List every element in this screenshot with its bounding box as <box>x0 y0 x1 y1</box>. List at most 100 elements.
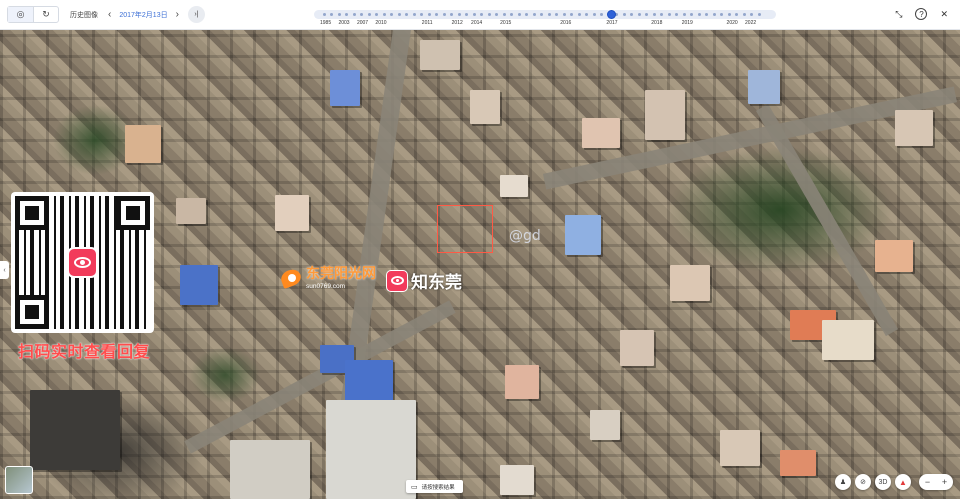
refresh-icon[interactable]: ↻ <box>33 7 58 22</box>
zoom-in-button[interactable]: + <box>936 474 953 490</box>
timeline-tick <box>322 13 326 16</box>
building-roof <box>670 265 710 301</box>
timeline-tick <box>585 13 588 16</box>
top-toolbar: ◎ ↻ 历史图像 ‹ 2017年2月13日 › ›| 1985 2003 2007 2… <box>0 0 960 30</box>
timeline-tick <box>570 13 573 16</box>
highlight-selection-box <box>437 205 493 253</box>
timeline-tick <box>375 13 378 16</box>
map-tools: ♟ ⊘ 3D ▲ − + <box>835 474 953 490</box>
timeline-year-label[interactable]: 2012 <box>452 20 463 26</box>
building-roof <box>30 390 120 470</box>
timeline-year-label[interactable]: 2015 <box>500 20 511 26</box>
timeline-tick <box>577 13 581 16</box>
timeline-year-label[interactable]: 2010 <box>375 20 386 26</box>
timeline-year-label[interactable]: 2019 <box>682 20 693 26</box>
timeline-tick <box>735 13 738 16</box>
side-panel-toggle[interactable]: ‹ <box>0 261 9 279</box>
qr-caption: 扫码实时查看回复 <box>18 342 151 361</box>
timeline-tick <box>525 13 528 16</box>
zhidongguan-logo: 知东莞 <box>386 268 462 293</box>
timeline-tick <box>547 13 551 16</box>
zoom-controls: − + <box>919 474 953 490</box>
timeline-tick <box>367 13 371 16</box>
timeline-tick <box>382 13 386 16</box>
timeline-year-label[interactable]: 2007 <box>357 20 368 26</box>
year-timeline-slider[interactable]: 1985 2003 2007 2010 2011 2012 2014 2015 2016 2017… <box>314 6 776 28</box>
skip-end-icon[interactable]: ›| <box>187 6 205 23</box>
timeline-tick <box>712 13 716 16</box>
timeline-tick <box>420 13 423 16</box>
timeline-tick <box>510 13 513 16</box>
timeline-tick <box>667 13 671 16</box>
qr-code-card <box>11 192 154 333</box>
building-roof <box>125 125 161 163</box>
building-roof <box>326 400 416 499</box>
timeline-tick <box>360 13 363 16</box>
timeline-tick <box>705 13 708 16</box>
timeline-year-label[interactable]: 2011 <box>422 20 433 26</box>
timeline-tick <box>592 13 596 16</box>
help-icon[interactable]: ? <box>915 8 928 20</box>
compass-glyph: ▲ <box>899 477 907 487</box>
timeline-tick <box>675 13 678 16</box>
timeline-year-label[interactable]: 2017 <box>606 20 617 26</box>
panel-icon: ▭ <box>411 483 418 491</box>
search-result-pill[interactable]: ▭ 请按搜索结果 <box>406 480 463 493</box>
building-roof <box>176 198 206 224</box>
timeline-tick <box>622 13 626 16</box>
timeline-tick <box>742 13 746 16</box>
layers-icon[interactable]: ◎ <box>8 7 33 22</box>
building-roof <box>720 430 760 466</box>
zoom-out-button[interactable]: − <box>919 474 936 490</box>
eye-logo-icon <box>386 269 408 292</box>
timeline-year-label[interactable]: 2020 <box>727 20 738 26</box>
timeline-tick <box>352 13 356 16</box>
no-entry-icon[interactable]: ⊘ <box>855 474 871 490</box>
building-roof <box>470 90 500 124</box>
close-icon[interactable]: ✕ <box>940 9 948 20</box>
chevron-right-icon[interactable]: › <box>176 9 179 20</box>
building-roof <box>180 265 218 305</box>
minimap-thumbnail[interactable] <box>5 466 33 494</box>
timeline-tick <box>532 13 536 16</box>
compass-icon[interactable]: ▲ <box>895 474 911 490</box>
3d-toggle-button[interactable]: 3D <box>875 474 891 490</box>
imagery-date[interactable]: 2017年2月13日 <box>119 10 167 20</box>
timeline-tick <box>427 13 431 16</box>
chevron-left-icon: ‹ <box>3 266 6 274</box>
timeline-tick <box>757 13 761 16</box>
chevron-left-icon[interactable]: ‹ <box>108 9 111 20</box>
collapse-icon[interactable]: ⤡ <box>895 9 902 20</box>
timeline-tick <box>540 13 543 16</box>
timeline-year-label[interactable]: 2022 <box>745 20 756 26</box>
timeline-tick <box>405 13 408 16</box>
sun-logo-icon <box>279 267 303 289</box>
logo1-url: sun0769.com <box>306 283 346 290</box>
building-roof <box>582 118 620 148</box>
search-result-label: 请按搜索结果 <box>421 484 455 491</box>
timeline-tick <box>555 13 558 16</box>
timeline-tick <box>682 13 686 16</box>
building-roof <box>895 110 933 146</box>
timeline-tick <box>412 13 416 16</box>
timeline-tick <box>465 13 468 16</box>
timeline-year-label[interactable]: 2014 <box>471 20 482 26</box>
logo2-name: 知东莞 <box>411 273 462 293</box>
street-view-icon[interactable]: ♟ <box>835 474 851 490</box>
timeline-tick <box>652 13 656 16</box>
timeline-tick <box>397 13 401 16</box>
help-glyph: ? <box>919 9 924 19</box>
building-roof <box>500 465 534 495</box>
building-roof <box>330 70 360 106</box>
view-mode-toggle: ◎ ↻ <box>7 6 59 23</box>
timeline-tick <box>660 13 663 16</box>
timeline-tick <box>697 13 701 16</box>
timeline-year-label[interactable]: 2003 <box>338 20 349 26</box>
timeline-year-label[interactable]: 2016 <box>560 20 571 26</box>
timeline-tick <box>472 13 476 16</box>
timeline-year-label[interactable]: 1985 <box>320 20 331 26</box>
timeline-tick <box>690 13 693 16</box>
timeline-tick <box>345 13 348 16</box>
timeline-year-label[interactable]: 2018 <box>651 20 662 26</box>
history-imagery-label: 历史图像 <box>70 11 98 19</box>
